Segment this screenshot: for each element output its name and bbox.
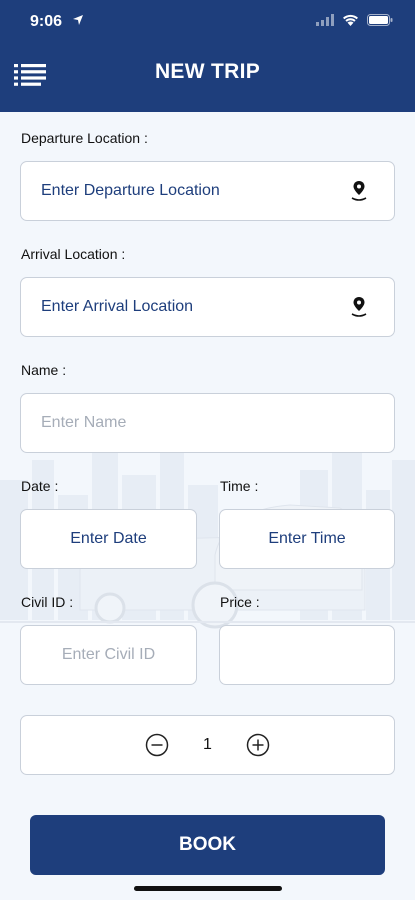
page-title: NEW TRIP — [154, 60, 261, 83]
date-label: Date : — [21, 478, 59, 494]
map-pin-icon[interactable] — [350, 180, 368, 202]
date-field[interactable]: Enter Date — [20, 509, 197, 569]
time-label: Time : — [220, 478, 259, 494]
plus-icon[interactable] — [246, 733, 270, 757]
wifi-icon — [343, 14, 358, 26]
quantity-stepper: 1 — [20, 715, 395, 775]
signal-icon — [316, 14, 334, 26]
time-field[interactable]: Enter Time — [219, 509, 395, 569]
arrival-location-field[interactable]: Enter Arrival Location — [20, 277, 395, 337]
map-pin-icon[interactable] — [350, 296, 368, 318]
battery-icon — [367, 14, 393, 26]
name-placeholder: Enter Name — [41, 414, 127, 431]
arrival-location-value: Enter Arrival Location — [41, 298, 194, 315]
date-value: Enter Date — [70, 530, 147, 547]
name-field[interactable]: Enter Name — [20, 393, 395, 453]
quantity-value: 1 — [203, 736, 212, 753]
arrival-label: Arrival Location : — [21, 246, 126, 262]
name-label: Name : — [21, 362, 67, 378]
location-arrow-icon — [73, 15, 83, 25]
civil-id-field[interactable]: Enter Civil ID — [20, 625, 197, 685]
departure-location-value: Enter Departure Location — [41, 182, 220, 199]
minus-icon[interactable] — [145, 733, 169, 757]
home-indicator — [134, 886, 282, 891]
app-header: 9:06 NEW TRIP — [0, 0, 415, 112]
departure-location-field[interactable]: Enter Departure Location — [20, 161, 395, 221]
price-field[interactable] — [219, 625, 395, 685]
price-label: Price : — [220, 594, 260, 610]
civil-id-label: Civil ID : — [21, 594, 74, 610]
time-value: Enter Time — [268, 530, 346, 547]
book-button[interactable]: BOOK — [30, 815, 385, 875]
status-icons — [316, 14, 393, 26]
departure-label: Departure Location : — [21, 130, 148, 146]
civil-id-placeholder: Enter Civil ID — [61, 646, 156, 663]
status-time: 9:06 — [30, 13, 63, 30]
